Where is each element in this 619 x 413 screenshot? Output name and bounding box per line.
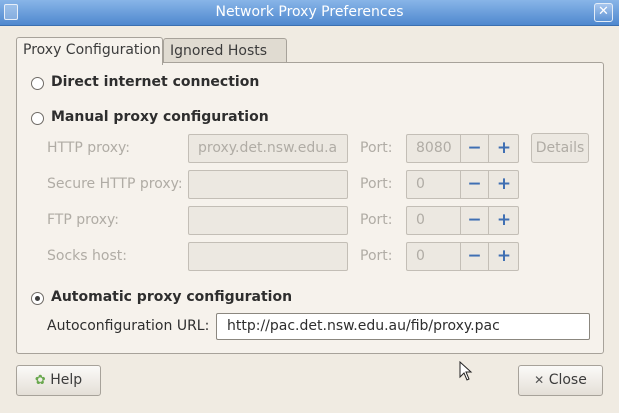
secure-http-port-value[interactable]: 0 [407, 171, 461, 198]
autoconfig-url-input[interactable]: http://pac.det.nsw.edu.au/fib/proxy.pac [216, 313, 590, 340]
http-port-increment-button[interactable]: + [490, 135, 518, 162]
manual-proxy-radio[interactable] [31, 112, 44, 125]
direct-connection-radio[interactable] [31, 77, 44, 90]
tab-ignored-hosts[interactable]: Ignored Hosts [163, 38, 287, 63]
secure-http-port-increment-button[interactable]: + [490, 171, 518, 198]
secure-http-port-spinner[interactable]: 0 − + [406, 170, 519, 199]
secure-http-proxy-label: Secure HTTP proxy: [47, 176, 183, 192]
close-icon: ✕ [598, 4, 609, 19]
secure-http-port-decrement-button[interactable]: − [461, 171, 489, 198]
close-button[interactable]: ✕ Close [518, 365, 603, 396]
autoconfig-url-label: Autoconfiguration URL: [47, 318, 210, 334]
ftp-port-label: Port: [360, 212, 393, 228]
socks-host-input[interactable] [188, 242, 348, 271]
details-button[interactable]: Details [531, 133, 589, 163]
secure-http-proxy-host-input[interactable] [188, 170, 348, 199]
http-proxy-label: HTTP proxy: [47, 140, 131, 156]
socks-host-label: Socks host: [47, 248, 127, 264]
http-port-label: Port: [360, 140, 393, 156]
ftp-port-spinner[interactable]: 0 − + [406, 206, 519, 235]
socks-port-value[interactable]: 0 [407, 243, 461, 270]
help-button[interactable]: ✿ Help [16, 365, 101, 396]
secure-http-port-label: Port: [360, 176, 393, 192]
ftp-port-decrement-button[interactable]: − [461, 207, 489, 234]
manual-proxy-label: Manual proxy configuration [51, 109, 269, 125]
help-button-label: Help [50, 372, 83, 388]
tab-proxy-configuration[interactable]: Proxy Configuration [16, 37, 163, 65]
ftp-proxy-label: FTP proxy: [47, 212, 119, 228]
automatic-proxy-radio[interactable] [31, 292, 44, 305]
mouse-pointer-icon [459, 361, 473, 381]
help-icon: ✿ [34, 373, 46, 388]
socks-port-increment-button[interactable]: + [490, 243, 518, 270]
window-title: Network Proxy Preferences [215, 4, 404, 20]
close-button-icon: ✕ [534, 373, 545, 387]
automatic-proxy-label: Automatic proxy configuration [51, 289, 293, 305]
ftp-port-value[interactable]: 0 [407, 207, 461, 234]
http-port-decrement-button[interactable]: − [461, 135, 489, 162]
socks-port-decrement-button[interactable]: − [461, 243, 489, 270]
http-port-value[interactable]: 8080 [407, 135, 461, 162]
direct-connection-label: Direct internet connection [51, 74, 260, 90]
close-button-label: Close [548, 372, 587, 388]
http-proxy-host-input[interactable]: proxy.det.nsw.edu.a [188, 134, 348, 163]
title-bar[interactable]: Network Proxy Preferences ✕ [0, 0, 619, 26]
window-close-button[interactable]: ✕ [594, 3, 613, 22]
socks-port-spinner[interactable]: 0 − + [406, 242, 519, 271]
ftp-proxy-host-input[interactable] [188, 206, 348, 235]
ftp-port-increment-button[interactable]: + [490, 207, 518, 234]
socks-port-label: Port: [360, 248, 393, 264]
http-port-spinner[interactable]: 8080 − + [406, 134, 519, 163]
